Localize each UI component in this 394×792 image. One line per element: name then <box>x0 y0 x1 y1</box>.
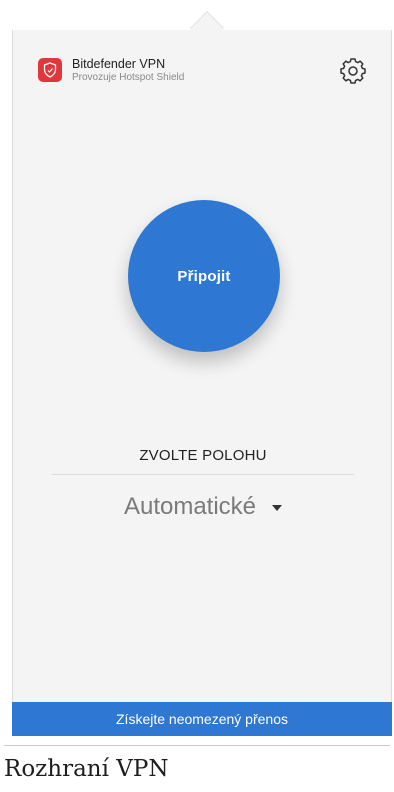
caption-divider <box>4 745 390 746</box>
app-title-block: Bitdefender VPN Provozuje Hotspot Shield <box>72 58 184 83</box>
app-subtitle: Provozuje Hotspot Shield <box>72 71 185 83</box>
screenshot-frame: Bitdefender VPN Provozuje Hotspot Shield… <box>0 0 394 792</box>
connect-button[interactable]: Připojit <box>128 200 280 352</box>
get-unlimited-traffic-button[interactable]: Získejte neomezený přenos <box>12 702 392 736</box>
shield-icon <box>38 58 62 83</box>
location-divider <box>52 474 354 475</box>
vpn-panel <box>12 30 392 736</box>
location-title: ZVOLTE POLOHU <box>139 447 267 464</box>
location-dropdown[interactable]: Automatické <box>52 490 354 524</box>
connect-button-label: Připojit <box>177 267 231 285</box>
location-selected-value: Automatické <box>123 493 257 520</box>
app-name: Bitdefender VPN <box>72 57 166 71</box>
gear-icon[interactable] <box>339 57 367 85</box>
caret-down-icon <box>272 505 283 511</box>
app-header: Bitdefender VPN Provozuje Hotspot Shield <box>38 58 184 83</box>
promo-label: Získejte neomezený přenos <box>116 711 288 727</box>
figure-caption: Rozhraní VPN <box>4 756 169 782</box>
